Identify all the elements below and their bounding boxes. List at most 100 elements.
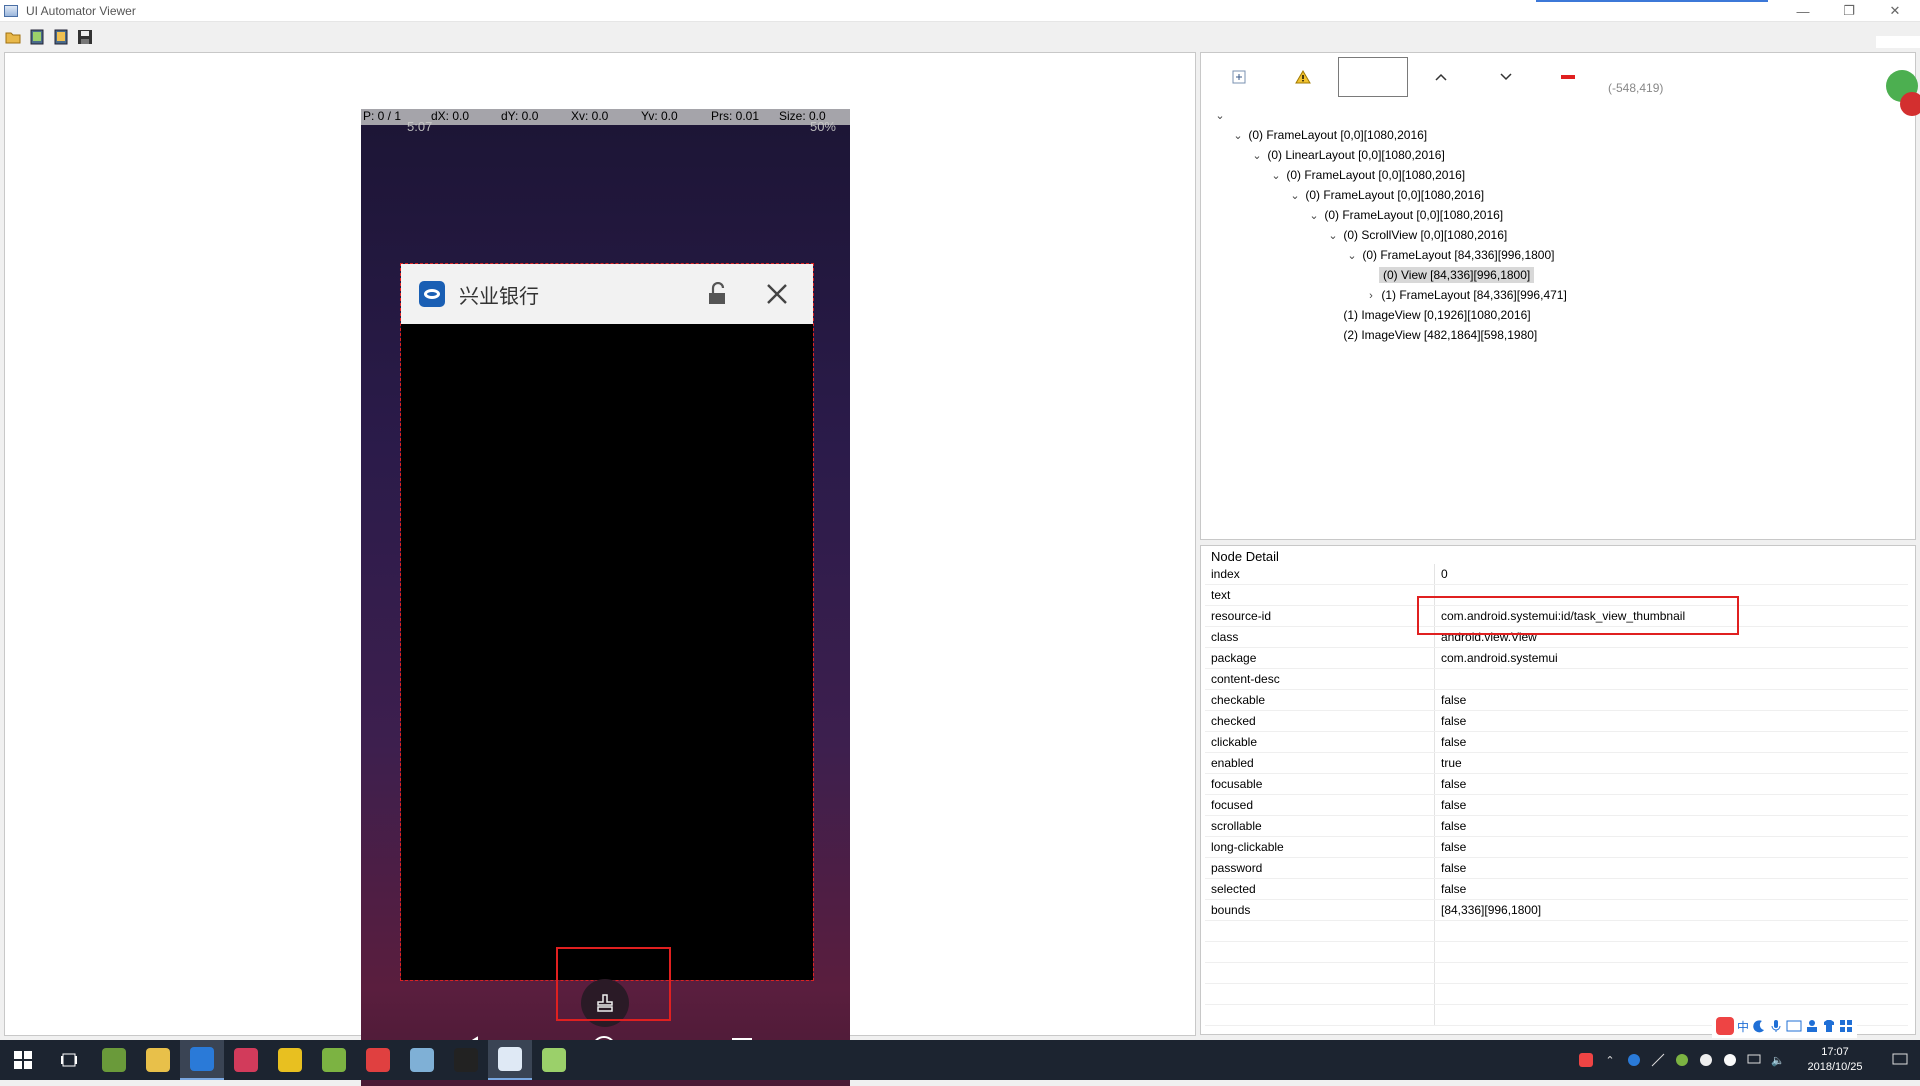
floating-speed-widget[interactable]: [1872, 36, 1920, 126]
notifications-icon[interactable]: [1882, 1052, 1918, 1068]
node-detail-row[interactable]: checkable false: [1205, 690, 1908, 711]
android-device-icon[interactable]: [312, 1040, 356, 1080]
app-tray-icon[interactable]: [1624, 1052, 1644, 1068]
tree-root-chevron[interactable]: ⌄: [1213, 105, 1903, 125]
node-detail-value[interactable]: [1435, 984, 1908, 1004]
notes-icon[interactable]: [400, 1040, 444, 1080]
node-detail-value[interactable]: true: [1435, 753, 1908, 773]
node-detail-value[interactable]: false: [1435, 774, 1908, 794]
node-detail-value[interactable]: false: [1435, 795, 1908, 815]
node-detail-value[interactable]: false: [1435, 711, 1908, 731]
minimize-button[interactable]: —: [1780, 0, 1826, 22]
restore-button[interactable]: ❐: [1826, 0, 1872, 22]
expand-all-icon[interactable]: [1229, 67, 1249, 87]
tree-node[interactable]: (1) ImageView [0,1926][1080,2016]: [1213, 305, 1903, 325]
save-icon[interactable]: [76, 28, 94, 46]
task-view-button[interactable]: [46, 1040, 92, 1080]
tree-node[interactable]: ⌄ (0) FrameLayout [0,0][1080,2016]: [1213, 125, 1903, 145]
tree-node-selected[interactable]: (0) View [84,336][996,1800]: [1213, 265, 1903, 285]
tree-node[interactable]: ⌄ (0) LinearLayout [0,0][1080,2016]: [1213, 145, 1903, 165]
node-detail-row[interactable]: focused false: [1205, 795, 1908, 816]
sogou-tray-icon[interactable]: [1576, 1052, 1596, 1068]
node-detail-value[interactable]: [1435, 942, 1908, 962]
node-detail-row[interactable]: focusable false: [1205, 774, 1908, 795]
display-tray-icon[interactable]: [1744, 1052, 1764, 1068]
node-detail-row[interactable]: long-clickable false: [1205, 837, 1908, 858]
qq-tray-icon[interactable]: [1720, 1052, 1740, 1068]
network-tray-icon[interactable]: [1648, 1052, 1668, 1068]
node-detail-row[interactable]: clickable false: [1205, 732, 1908, 753]
node-detail-row[interactable]: bounds [84,336][996,1800]: [1205, 900, 1908, 921]
overlay-size: Size: 0.0: [779, 109, 826, 123]
node-detail-row[interactable]: [1205, 921, 1908, 942]
node-detail-value[interactable]: [1435, 669, 1908, 689]
chevron-down-icon[interactable]: ⌄: [1250, 146, 1264, 166]
chevron-down-icon[interactable]: ⌄: [1231, 126, 1245, 146]
chevron-up-tray-icon[interactable]: ⌃: [1600, 1052, 1620, 1068]
chevron-right-icon[interactable]: ›: [1364, 286, 1378, 306]
wechat-tray-icon[interactable]: [1696, 1052, 1716, 1068]
node-detail-row[interactable]: package com.android.systemui: [1205, 648, 1908, 669]
node-detail-value[interactable]: 0: [1435, 564, 1908, 584]
update-tray-icon[interactable]: [1672, 1052, 1692, 1068]
chevron-down-icon[interactable]: ⌄: [1326, 226, 1340, 246]
android-studio-icon[interactable]: [92, 1040, 136, 1080]
node-detail-row[interactable]: scrollable false: [1205, 816, 1908, 837]
uiautomator-window-icon[interactable]: [488, 1040, 532, 1080]
media-app-icon[interactable]: [268, 1040, 312, 1080]
node-detail-row[interactable]: selected false: [1205, 879, 1908, 900]
chrome-like-browser-icon[interactable]: [180, 1040, 224, 1080]
intellij-icon[interactable]: [224, 1040, 268, 1080]
ime-toolbar[interactable]: 中: [1712, 1014, 1858, 1038]
chevron-down-icon[interactable]: ⌄: [1269, 166, 1283, 186]
chevron-up-icon[interactable]: [1431, 67, 1451, 87]
close-window-button[interactable]: ✕: [1872, 0, 1918, 22]
node-detail-value[interactable]: [1435, 963, 1908, 983]
file-explorer-icon[interactable]: [136, 1040, 180, 1080]
volume-tray-icon[interactable]: 🔈: [1768, 1052, 1788, 1068]
chevron-down-icon[interactable]: ⌄: [1288, 186, 1302, 206]
node-detail-value[interactable]: [84,336][996,1800]: [1435, 900, 1908, 920]
tree-node[interactable]: ⌄ (0) FrameLayout [0,0][1080,2016]: [1213, 165, 1903, 185]
search-filter-input[interactable]: [1338, 57, 1408, 97]
device-screenshot[interactable]: 5:07 50% P: 0 / 1 dX: 0.0 dY: 0.0 Xv: 0.…: [361, 109, 850, 1086]
tree-node[interactable]: ⌄ (0) FrameLayout [0,0][1080,2016]: [1213, 185, 1903, 205]
node-detail-key: [1205, 984, 1435, 1004]
start-button[interactable]: [0, 1040, 46, 1080]
terminal-icon[interactable]: [444, 1040, 488, 1080]
tree-node[interactable]: › (1) FrameLayout [84,336][996,471]: [1213, 285, 1903, 305]
device-screenshot-icon[interactable]: [28, 28, 46, 46]
node-detail-row[interactable]: content-desc: [1205, 669, 1908, 690]
taskbar-clock[interactable]: 17:07 2018/10/25: [1790, 1045, 1880, 1075]
tree-node[interactable]: ⌄ (0) ScrollView [0,0][1080,2016]: [1213, 225, 1903, 245]
node-detail-value[interactable]: false: [1435, 879, 1908, 899]
node-detail-row[interactable]: enabled true: [1205, 753, 1908, 774]
chrome-icon[interactable]: [356, 1040, 400, 1080]
node-detail-row[interactable]: checked false: [1205, 711, 1908, 732]
node-detail-value[interactable]: false: [1435, 858, 1908, 878]
device-screenshot-compressed-icon[interactable]: [52, 28, 70, 46]
chevron-down-icon[interactable]: ⌄: [1345, 246, 1359, 266]
tree-node[interactable]: ⌄ (0) FrameLayout [84,336][996,1800]: [1213, 245, 1903, 265]
clear-search-icon[interactable]: [1558, 67, 1578, 87]
notepad-icon[interactable]: [532, 1040, 576, 1080]
node-detail-row[interactable]: [1205, 963, 1908, 984]
ime-language[interactable]: 中: [1737, 1018, 1749, 1035]
tree-node[interactable]: (2) ImageView [482,1864][598,1980]: [1213, 325, 1903, 345]
node-detail-row[interactable]: password false: [1205, 858, 1908, 879]
open-folder-icon[interactable]: [4, 28, 22, 46]
node-detail-row[interactable]: [1205, 984, 1908, 1005]
node-detail-row[interactable]: [1205, 942, 1908, 963]
node-detail-value[interactable]: false: [1435, 690, 1908, 710]
tree-node[interactable]: ⌄ (0) FrameLayout [0,0][1080,2016]: [1213, 205, 1903, 225]
node-detail-value[interactable]: false: [1435, 837, 1908, 857]
node-detail-key: content-desc: [1205, 669, 1435, 689]
warning-icon[interactable]: [1293, 67, 1313, 87]
chevron-down-icon[interactable]: ⌄: [1307, 206, 1321, 226]
node-detail-row[interactable]: index 0: [1205, 564, 1908, 585]
chevron-down-icon[interactable]: [1496, 67, 1516, 87]
node-detail-value[interactable]: [1435, 921, 1908, 941]
node-detail-value[interactable]: false: [1435, 732, 1908, 752]
node-detail-value[interactable]: false: [1435, 816, 1908, 836]
node-detail-value[interactable]: com.android.systemui: [1435, 648, 1908, 668]
